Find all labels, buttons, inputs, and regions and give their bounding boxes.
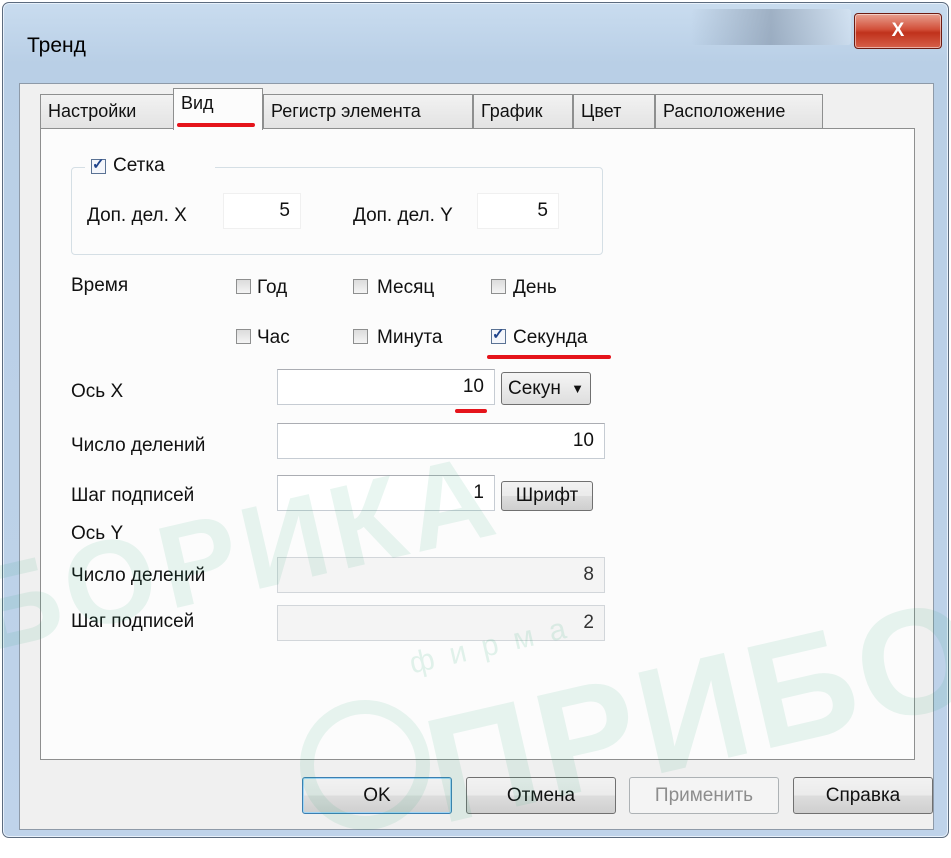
axis-x-unit-value: Секун bbox=[508, 378, 561, 399]
second-label: Секунда bbox=[513, 327, 588, 348]
tab-view-highlight bbox=[177, 123, 255, 127]
dialog-window: Тренд X Настройки Вид Регистр элемента Г… bbox=[2, 2, 949, 838]
hour-checkbox[interactable] bbox=[236, 329, 251, 344]
tab-element-register[interactable]: Регистр элемента bbox=[263, 94, 473, 128]
tab-view-label: Вид bbox=[181, 93, 214, 113]
axis-x-label: Ось X bbox=[71, 381, 124, 402]
tab-element-register-label: Регистр элемента bbox=[271, 101, 421, 121]
year-checkbox[interactable] bbox=[236, 279, 251, 294]
second-checkbox[interactable] bbox=[491, 325, 506, 344]
axis-x-value-field[interactable]: 10 bbox=[277, 369, 495, 405]
tab-panel-view: Сетка Доп. дел. X 5 Доп. дел. Y 5 Время … bbox=[40, 128, 915, 760]
time-label: Время bbox=[71, 275, 129, 296]
axis-x-unit-dropdown[interactable]: Секун ▼ bbox=[501, 372, 591, 405]
tab-settings[interactable]: Настройки bbox=[40, 94, 175, 128]
second-highlight bbox=[487, 355, 611, 359]
chevron-down-icon: ▼ bbox=[571, 381, 584, 396]
title-bar: Тренд X bbox=[3, 3, 948, 81]
cancel-button[interactable]: Отмена bbox=[466, 777, 616, 814]
month-checkbox[interactable] bbox=[353, 279, 368, 294]
axis-y-step-label: Шаг подписей bbox=[71, 611, 195, 632]
help-button[interactable]: Справка bbox=[793, 777, 933, 814]
year-label: Год bbox=[257, 277, 288, 298]
tab-layout-label: Расположение bbox=[663, 101, 786, 121]
tab-layout[interactable]: Расположение bbox=[655, 94, 823, 128]
tab-chart-label: График bbox=[481, 101, 543, 121]
axis-y-divisions-label: Число делений bbox=[71, 565, 206, 586]
axis-y-divisions-field: 8 bbox=[277, 557, 605, 593]
grid-x-label: Доп. дел. X bbox=[87, 205, 187, 226]
dialog-client-area: Настройки Вид Регистр элемента График Цв… bbox=[19, 83, 934, 830]
day-checkbox[interactable] bbox=[491, 279, 506, 294]
window-title: Тренд bbox=[27, 34, 86, 57]
axis-y-step-field: 2 bbox=[277, 605, 605, 641]
title-bar-glass bbox=[691, 9, 851, 45]
font-button[interactable]: Шрифт bbox=[501, 481, 593, 511]
grid-x-field[interactable]: 5 bbox=[223, 193, 301, 229]
axis-x-divisions-field[interactable]: 10 bbox=[277, 423, 605, 459]
axis-x-divisions-label: Число делений bbox=[71, 435, 206, 456]
day-label: День bbox=[513, 277, 557, 298]
apply-button[interactable]: Применить bbox=[629, 777, 779, 814]
axis-y-label: Ось Y bbox=[71, 523, 124, 544]
close-button[interactable]: X bbox=[854, 13, 942, 49]
axis-x-step-label: Шаг подписей bbox=[71, 485, 195, 506]
tab-settings-label: Настройки bbox=[48, 101, 137, 121]
minute-checkbox[interactable] bbox=[353, 329, 368, 344]
tab-color-label: Цвет bbox=[581, 101, 622, 121]
grid-checkbox[interactable] bbox=[91, 155, 106, 174]
tab-color[interactable]: Цвет bbox=[573, 94, 655, 128]
axis-x-step-field[interactable]: 1 bbox=[277, 475, 495, 511]
grid-checkbox-label: Сетка bbox=[113, 155, 165, 176]
ok-button[interactable]: OK bbox=[302, 777, 452, 814]
minute-label: Минута bbox=[377, 327, 443, 348]
grid-y-field[interactable]: 5 bbox=[477, 193, 559, 229]
month-label: Месяц bbox=[377, 277, 435, 298]
axis-x-value-highlight bbox=[455, 409, 487, 413]
hour-label: Час bbox=[257, 327, 290, 348]
grid-legend: Сетка bbox=[85, 153, 215, 179]
tab-chart[interactable]: График bbox=[473, 94, 573, 128]
grid-y-label: Доп. дел. Y bbox=[353, 205, 453, 226]
